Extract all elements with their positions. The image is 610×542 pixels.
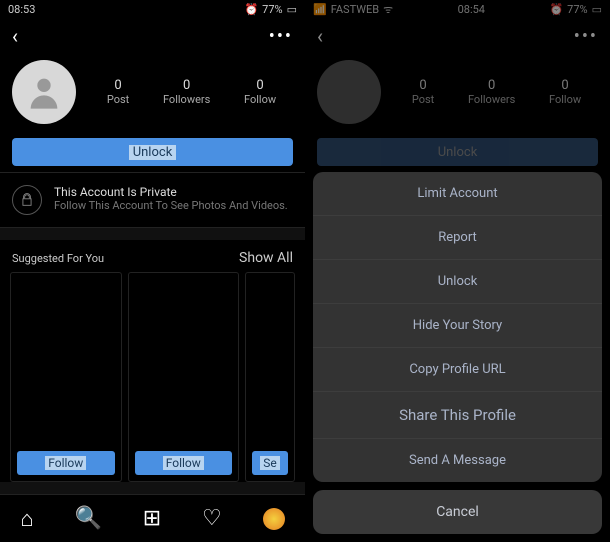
carrier-name: FASTWEB — [331, 3, 379, 16]
follow-count: 0 — [244, 78, 276, 93]
unlock-button[interactable]: Unlock — [12, 138, 293, 166]
stat-follow: 0 Follow — [549, 78, 581, 106]
profile-row: 0 Post 0 Followers 0 Follow — [305, 54, 610, 132]
sheet-copy-url[interactable]: Copy Profile URL — [313, 348, 602, 392]
screen-right: 📶 FASTWEB ᯤ 08:54 ⏰ 77% ▭ ‹ ••• 0 Post 0… — [305, 0, 610, 542]
show-all-link[interactable]: Show All — [239, 250, 293, 266]
alarm-icon: ⏰ — [244, 3, 258, 16]
person-icon — [24, 72, 64, 112]
status-time: 08:54 — [458, 3, 485, 16]
battery-percent: 77% — [262, 3, 282, 16]
suggested-card[interactable]: Follow — [10, 272, 122, 482]
avatar[interactable] — [12, 60, 76, 124]
suggested-title: Suggested For You — [12, 252, 104, 265]
stat-post: 0 Post — [412, 78, 434, 106]
sheet-hide-story[interactable]: Hide Your Story — [313, 304, 602, 348]
more-icon[interactable]: ••• — [269, 26, 293, 47]
stat-follow[interactable]: 0 Follow — [244, 78, 276, 106]
follow-label: Follow — [244, 93, 276, 106]
private-title: This Account Is Private — [54, 185, 288, 199]
unlock-label: Unlock — [129, 145, 177, 160]
stat-followers[interactable]: 0 Followers — [163, 78, 210, 106]
suggested-card[interactable]: Follow — [128, 272, 240, 482]
status-time: 08:53 — [8, 3, 35, 16]
sheet-limit-account[interactable]: Limit Account — [313, 172, 602, 216]
sheet-cancel[interactable]: Cancel — [313, 490, 602, 534]
suggested-header: Suggested For You Show All — [0, 240, 305, 272]
battery-percent: 77% — [567, 3, 587, 16]
private-subtitle: Follow This Account To See Photos And Vi… — [54, 199, 288, 212]
suggested-card[interactable]: Se — [245, 272, 295, 482]
wifi-icon: ᯤ — [383, 2, 393, 17]
action-sheet: Limit Account Report Unlock Hide Your St… — [305, 172, 610, 542]
battery-icon: ▭ — [592, 3, 602, 16]
more-icon[interactable]: ••• — [574, 26, 598, 47]
home-icon[interactable]: ⌂ — [20, 506, 33, 532]
post-label: Post — [107, 93, 129, 106]
lock-icon — [12, 185, 42, 215]
sheet-send-message[interactable]: Send A Message — [313, 439, 602, 482]
post-count: 0 — [412, 78, 434, 93]
sheet-report[interactable]: Report — [313, 216, 602, 260]
profile-stats: 0 Post 0 Followers 0 Follow — [395, 78, 598, 106]
back-icon[interactable]: ‹ — [317, 24, 323, 48]
follow-button[interactable]: Follow — [135, 451, 233, 475]
screen-left: 08:53 ⏰ 77% ▭ ‹ ••• 0 Post 0 Followers 0… — [0, 0, 305, 542]
followers-count: 0 — [468, 78, 515, 93]
unlock-button: Unlock — [317, 138, 598, 166]
profile-header: ‹ ••• — [305, 18, 610, 54]
suggested-cards[interactable]: Follow Follow Se — [0, 272, 305, 482]
back-icon[interactable]: ‹ — [12, 24, 18, 48]
battery-icon: ▭ — [287, 3, 297, 16]
heart-icon[interactable]: ♡ — [202, 506, 222, 531]
sheet-share-profile[interactable]: Share This Profile — [313, 392, 602, 439]
follow-button[interactable]: Follow — [17, 451, 115, 475]
bottom-nav: ⌂ 🔍 ⊞ ♡ — [0, 494, 305, 542]
stat-followers: 0 Followers — [468, 78, 515, 106]
alarm-icon: ⏰ — [549, 3, 563, 16]
followers-count: 0 — [163, 78, 210, 93]
post-label: Post — [412, 93, 434, 106]
status-bar: 08:53 ⏰ 77% ▭ — [0, 0, 305, 18]
add-icon[interactable]: ⊞ — [143, 506, 161, 531]
follow-button[interactable]: Se — [252, 451, 288, 475]
follow-label: Follow — [549, 93, 581, 106]
post-count: 0 — [107, 78, 129, 93]
profile-header: ‹ ••• — [0, 18, 305, 54]
profile-nav-avatar[interactable] — [263, 508, 285, 530]
unlock-label: Unlock — [434, 145, 482, 160]
profile-row: 0 Post 0 Followers 0 Follow — [0, 54, 305, 132]
divider — [0, 482, 305, 494]
status-bar: 📶 FASTWEB ᯤ 08:54 ⏰ 77% ▭ — [305, 0, 610, 18]
divider — [0, 228, 305, 240]
private-notice: This Account Is Private Follow This Acco… — [0, 172, 305, 228]
person-icon — [329, 72, 369, 112]
sheet-unlock[interactable]: Unlock — [313, 260, 602, 304]
follow-count: 0 — [549, 78, 581, 93]
profile-stats: 0 Post 0 Followers 0 Follow — [90, 78, 293, 106]
avatar — [317, 60, 381, 124]
followers-label: Followers — [468, 93, 515, 106]
action-sheet-group: Limit Account Report Unlock Hide Your St… — [313, 172, 602, 482]
search-icon[interactable]: 🔍 — [75, 506, 102, 531]
stat-post[interactable]: 0 Post — [107, 78, 129, 106]
signal-icon: 📶 — [313, 3, 327, 16]
followers-label: Followers — [163, 93, 210, 106]
